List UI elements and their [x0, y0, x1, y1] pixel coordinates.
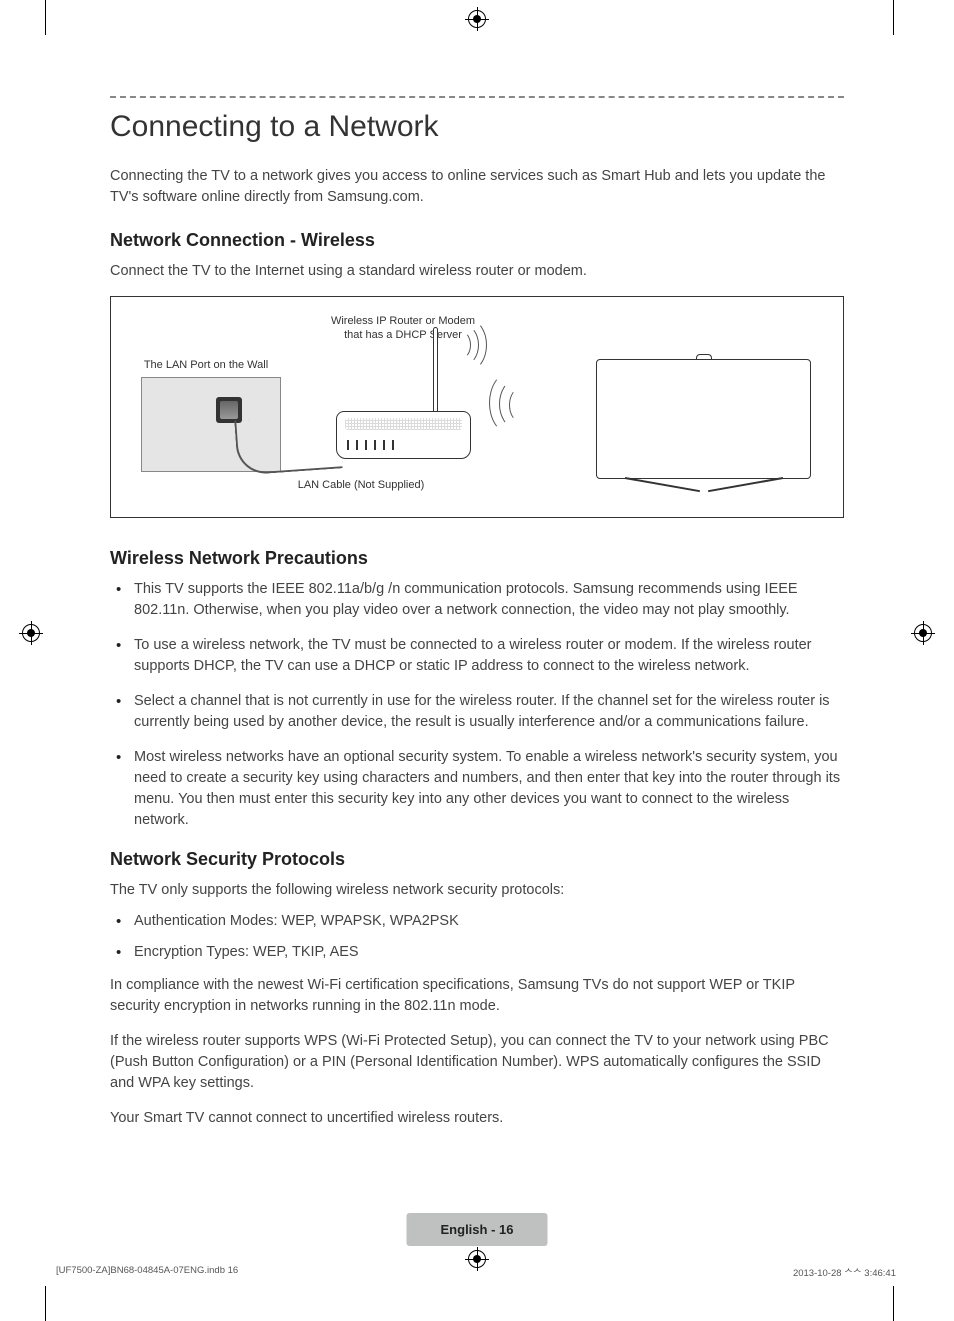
footer-left: [UF7500-ZA]BN68-04845A-07ENG.indb 16 — [56, 1265, 238, 1279]
crop-mark — [893, 1286, 894, 1321]
security-intro: The TV only supports the following wirel… — [110, 880, 844, 901]
list-item: Select a channel that is not currently i… — [110, 691, 844, 733]
dashed-rule — [110, 96, 844, 98]
security-p3: Your Smart TV cannot connect to uncertif… — [110, 1108, 844, 1129]
diagram-label-wall: The LAN Port on the Wall — [123, 359, 289, 373]
page-title: Connecting to a Network — [110, 110, 844, 144]
crop-mark — [893, 0, 894, 35]
lan-cable-icon — [234, 413, 343, 475]
registration-mark-icon — [468, 10, 486, 28]
router-icon — [336, 411, 471, 459]
network-diagram: Wireless IP Router or Modemthat has a DH… — [110, 296, 844, 518]
footer-right: 2013-10-28 ᄉᄉ 3:46:41 — [793, 1265, 896, 1279]
print-footer: [UF7500-ZA]BN68-04845A-07ENG.indb 16 201… — [56, 1265, 896, 1279]
page-content: Connecting to a Network Connecting the T… — [110, 90, 844, 1256]
section-heading-security: Network Security Protocols — [110, 849, 844, 870]
registration-mark-icon — [22, 624, 40, 642]
registration-mark-icon — [914, 624, 932, 642]
section1-text: Connect the TV to the Internet using a s… — [110, 261, 844, 282]
section-heading-wireless: Network Connection - Wireless — [110, 230, 844, 251]
security-p1: In compliance with the newest Wi-Fi cert… — [110, 975, 844, 1017]
section-heading-precautions: Wireless Network Precautions — [110, 548, 844, 569]
list-item: Most wireless networks have an optional … — [110, 747, 844, 831]
crop-mark — [45, 1286, 46, 1321]
tv-icon — [596, 359, 811, 479]
list-item: Encryption Types: WEP, TKIP, AES — [110, 942, 844, 963]
antenna-icon — [433, 327, 438, 417]
crop-mark — [45, 0, 46, 35]
list-item: Authentication Modes: WEP, WPAPSK, WPA2P… — [110, 911, 844, 932]
intro-paragraph: Connecting the TV to a network gives you… — [110, 166, 844, 208]
lan-port-icon — [216, 397, 242, 423]
list-item: This TV supports the IEEE 802.11a/b/g /n… — [110, 579, 844, 621]
security-p2: If the wireless router supports WPS (Wi-… — [110, 1031, 844, 1094]
diagram-label-cable: LAN Cable (Not Supplied) — [261, 479, 461, 493]
tv-stand-icon — [635, 477, 773, 491]
protocols-list: Authentication Modes: WEP, WPAPSK, WPA2P… — [110, 911, 844, 963]
precautions-list: This TV supports the IEEE 802.11a/b/g /n… — [110, 579, 844, 831]
page-number-badge: English - 16 — [407, 1213, 548, 1246]
list-item: To use a wireless network, the TV must b… — [110, 635, 844, 677]
